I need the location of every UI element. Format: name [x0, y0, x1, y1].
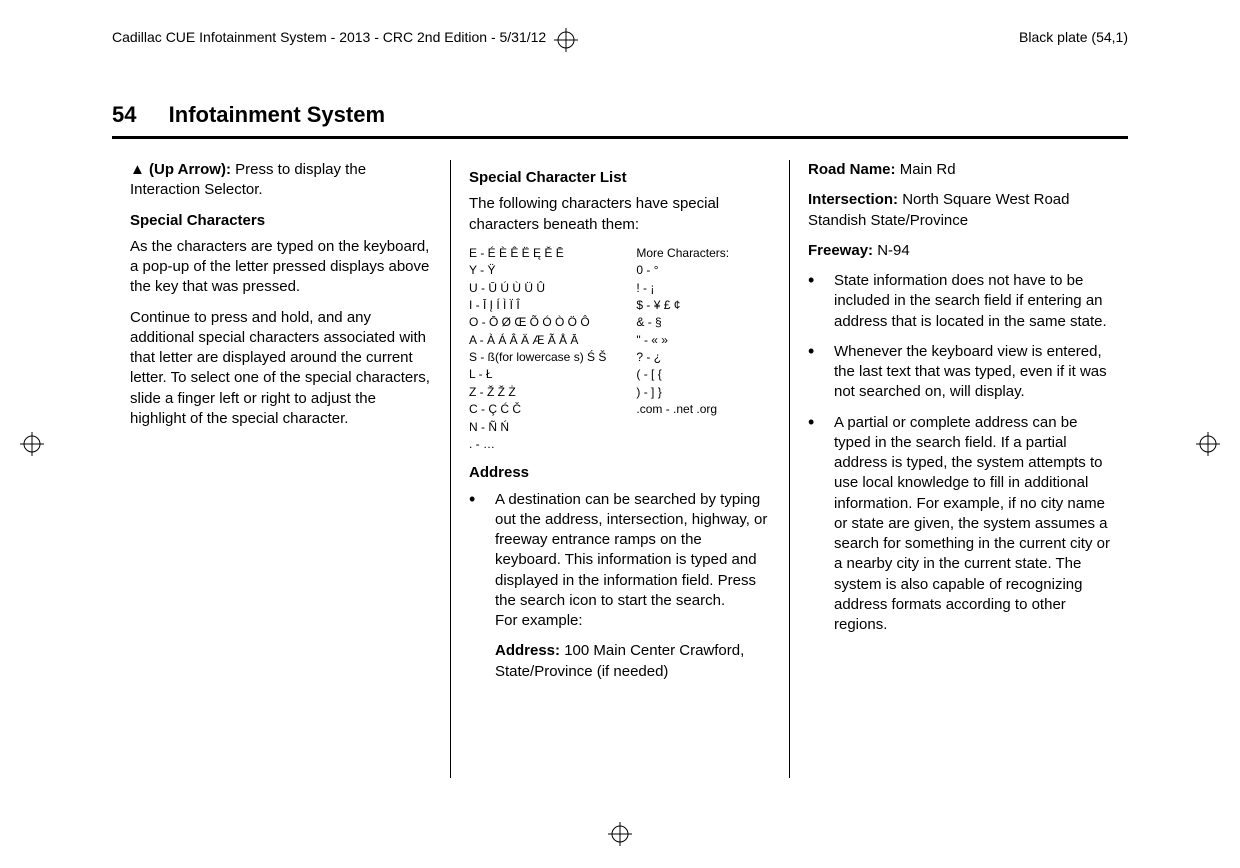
address-example-label: For example: — [495, 611, 771, 631]
list-item: Whenever the keyboard view is entered, t… — [808, 342, 1110, 403]
char-row: Z - Ž Ž Ż — [469, 384, 606, 401]
char-row: ( - [ { — [636, 366, 729, 383]
bullet-text: A partial or complete address can be typ… — [834, 414, 1110, 634]
address-notes-bullets: State information does not have to be in… — [808, 271, 1110, 635]
char-row: N - Ñ Ń — [469, 419, 606, 436]
special-characters-p1: As the characters are typed on the keybo… — [130, 237, 432, 298]
char-row: & - § — [636, 314, 729, 331]
page-title-bar: 54 Infotainment System — [112, 100, 1128, 139]
address-heading: Address — [469, 463, 771, 483]
uparrow-line: ▲ (Up Arrow): Press to display the Inter… — [130, 160, 432, 201]
intersection-label: Intersection: — [808, 191, 898, 208]
char-row: O - Ō Ø Œ Õ Ó Ò Ö Ô — [469, 314, 606, 331]
header-left: Cadillac CUE Infotainment System - 2013 … — [112, 28, 546, 47]
char-row: U - Ū Ú Ù Ü Û — [469, 280, 606, 297]
char-row: L - Ł — [469, 366, 606, 383]
char-row: ) - ] } — [636, 384, 729, 401]
bullet-text: State information does not have to be in… — [834, 272, 1107, 330]
content-columns: ▲ (Up Arrow): Press to display the Inter… — [112, 160, 1128, 778]
char-row: I - Ī Į Í Ì Ï Î — [469, 297, 606, 314]
char-row: .com - .net .org — [636, 401, 729, 418]
bullet-text: Whenever the keyboard view is entered, t… — [834, 343, 1107, 401]
char-row: Y - Ÿ — [469, 262, 606, 279]
column-1: ▲ (Up Arrow): Press to display the Inter… — [112, 160, 450, 778]
freeway-value: N-94 — [877, 242, 910, 259]
char-row: A - À Á Â Ä Æ Ã Å Ā — [469, 332, 606, 349]
address-label: Address: — [495, 642, 560, 659]
freeway-label: Freeway: — [808, 242, 873, 259]
page-number: 54 — [112, 102, 136, 127]
column-2: Special Character List The following cha… — [450, 160, 789, 778]
list-item: State information does not have to be in… — [808, 271, 1110, 332]
intersection-line: Intersection: North Square West Road Sta… — [808, 190, 1110, 231]
address-example: Address: 100 Main Center Crawford, State… — [495, 641, 771, 682]
special-characters-heading: Special Characters — [130, 211, 432, 231]
road-name-value: Main Rd — [900, 161, 956, 178]
page-title: Infotainment System — [169, 102, 385, 127]
special-char-list-intro: The following characters have special ch… — [469, 194, 771, 235]
char-row: C - Ç Ć Č — [469, 401, 606, 418]
special-char-table-right: More Characters: 0 - ° ! - ¡ $ - ¥ £ ¢ &… — [636, 245, 729, 454]
char-row-header: More Characters: — [636, 245, 729, 262]
char-row: E - É È Ê Ë Ę Ě Ē — [469, 245, 606, 262]
list-item: A partial or complete address can be typ… — [808, 413, 1110, 636]
special-characters-p2: Continue to press and hold, and any addi… — [130, 308, 432, 430]
up-arrow-icon: ▲ — [130, 161, 145, 178]
special-char-table-left: E - É È Ê Ë Ę Ě Ē Y - Ÿ U - Ū Ú Ù Ü Û I … — [469, 245, 606, 454]
char-row: S - ß(for lowercase s) Ś Š — [469, 349, 606, 366]
char-row: $ - ¥ £ ¢ — [636, 297, 729, 314]
char-row: ! - ¡ — [636, 280, 729, 297]
freeway-line: Freeway: N-94 — [808, 241, 1110, 261]
char-row: " - « » — [636, 332, 729, 349]
crop-mark-right-icon — [1196, 432, 1220, 456]
list-item: A destination can be searched by typing … — [469, 490, 771, 682]
print-header: Cadillac CUE Infotainment System - 2013 … — [112, 28, 1128, 52]
special-char-table: E - É È Ê Ë Ę Ě Ē Y - Ÿ U - Ū Ú Ù Ü Û I … — [469, 245, 771, 454]
crop-mark-left-icon — [20, 432, 44, 456]
address-bullet-text: A destination can be searched by typing … — [495, 491, 767, 609]
crop-mark-bottom-icon — [608, 822, 632, 846]
column-3: Road Name: Main Rd Intersection: North S… — [789, 160, 1128, 778]
road-name-line: Road Name: Main Rd — [808, 160, 1110, 180]
char-row: . - … — [469, 436, 606, 453]
road-name-label: Road Name: — [808, 161, 896, 178]
uparrow-label: (Up Arrow): — [149, 161, 231, 178]
special-char-list-heading: Special Character List — [469, 168, 771, 188]
page: Cadillac CUE Infotainment System - 2013 … — [0, 0, 1240, 868]
crop-mark-top-icon — [554, 28, 578, 52]
char-row: ? - ¿ — [636, 349, 729, 366]
char-row: 0 - ° — [636, 262, 729, 279]
header-right: Black plate (54,1) — [1019, 28, 1128, 47]
address-bullets: A destination can be searched by typing … — [469, 490, 771, 682]
